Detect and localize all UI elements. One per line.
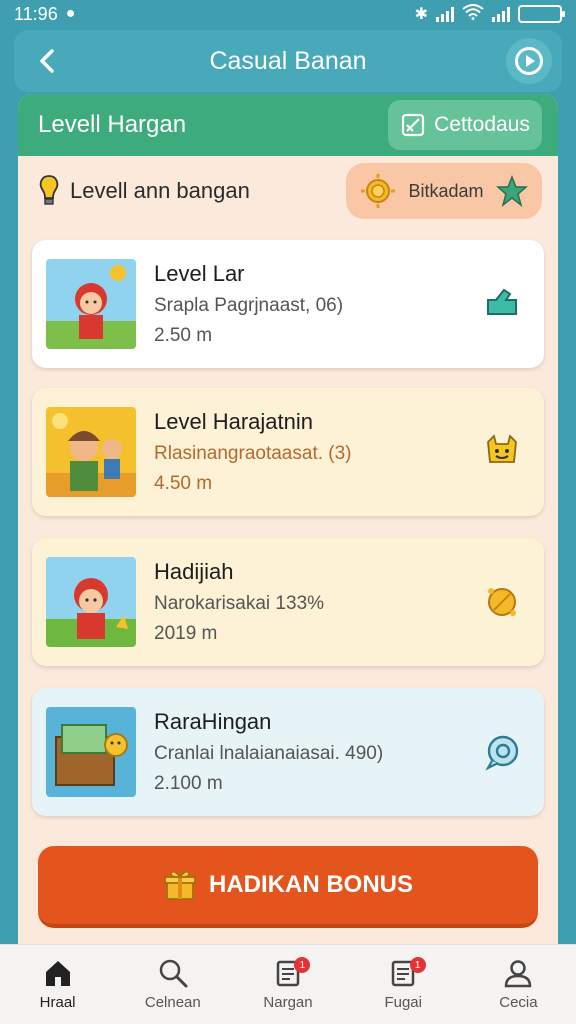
notification-badge: 1 [409,957,426,973]
category-button[interactable]: Cettodaus [388,100,542,150]
panel-header: Levell Hargan Cettodaus [18,94,558,156]
game-size: 2019 m [154,623,218,644]
wifi-icon [462,3,484,25]
level-panel: Levell Hargan Cettodaus Levell ann banga… [18,94,558,954]
game-subtitle: Narokarisakai 133% [154,593,325,614]
game-thumbnail [46,557,136,647]
edit-icon [402,113,425,137]
bonus-pill[interactable]: Bitkadam [346,163,542,219]
game-size: 2.100 m [154,773,223,794]
star-icon [495,175,528,207]
user-icon [505,960,532,988]
game-card[interactable]: RaraHingan Cranlai lnalaianaiasai. 490) … [32,688,544,816]
nav-item-nargan[interactable]: 1 Nargan [230,945,345,1024]
game-title: RaraHingan [154,709,272,734]
game-title: Hadijiah [154,559,234,584]
signal-icon-2 [492,6,510,22]
nav-label: Fugai [384,994,422,1011]
signal-icon [436,6,454,22]
game-card[interactable]: Level Lar Srapla Pagrjnaast, 06) 2.50 m [32,240,544,368]
bluetooth-icon: ✱ [414,6,428,23]
game-title: Level Lar [154,261,245,286]
category-label: Cettodaus [434,113,530,136]
game-size: 4.50 m [154,473,213,494]
home-icon [45,961,70,986]
chevron-left-icon [40,49,54,73]
bottom-nav: Hraal Celnean 1 Nargan 1 Fugai Cecia [0,944,576,1024]
notification-badge: 1 [294,957,311,973]
coin-icon[interactable] [482,582,522,622]
status-time: 11:96 [14,3,58,24]
app-header: Casual Banan [14,30,562,92]
nav-label: Cecia [499,994,538,1011]
game-thumbnail [46,259,136,349]
nav-item-home[interactable]: Hraal [0,945,115,1024]
game-subtitle: Cranlai lnalaianaiasai. 490) [154,743,384,764]
notification-icon: ● [65,5,76,22]
bonus-button-label: HADIKAN BONUS [209,871,413,898]
battery-icon [518,5,565,23]
gift-box-icon [164,870,196,900]
lightbulb-icon [39,175,59,205]
game-thumbnail [46,707,136,797]
game-thumbnail [46,407,136,497]
panel-subtitle: Levell ann bangan [70,178,250,203]
play-icon [515,47,543,75]
search-icon [159,959,188,988]
panel-title: Levell Hargan [38,111,187,138]
sun-coin-icon [361,174,395,208]
page-title: Casual Banan [209,46,367,75]
game-subtitle: Rlasinangraotaasat. (3) [154,443,352,464]
game-size: 2.50 m [154,325,213,346]
nav-label: Celnean [144,994,201,1011]
bonus-button[interactable]: HADIKAN BONUS [38,846,538,928]
play-button[interactable] [506,38,552,84]
chat-bubble-icon[interactable] [482,732,522,772]
nav-label: Nargan [263,994,313,1011]
nav-label: Hraal [39,994,76,1011]
nav-item-search[interactable]: Celnean [115,945,230,1024]
game-subtitle: Srapla Pagrjnaast, 06) [154,295,344,316]
sub-row: Levell ann bangan Bitkadam [18,156,558,226]
game-card[interactable]: Hadijiah Narokarisakai 133% 2019 m [32,538,544,666]
nav-item-fugai[interactable]: 1 Fugai [346,945,461,1024]
status-bar: 11:96 ● ✱ [0,0,576,28]
leaf-icon[interactable] [482,284,522,324]
back-button[interactable] [24,38,70,84]
nav-item-profile[interactable]: Cecia [461,945,576,1024]
smile-face-icon[interactable] [482,432,522,472]
game-card[interactable]: Level Harajatnin Rlasinangraotaasat. (3)… [32,388,544,516]
bonus-pill-label: Bitkadam [408,180,484,201]
game-title: Level Harajatnin [154,409,313,434]
